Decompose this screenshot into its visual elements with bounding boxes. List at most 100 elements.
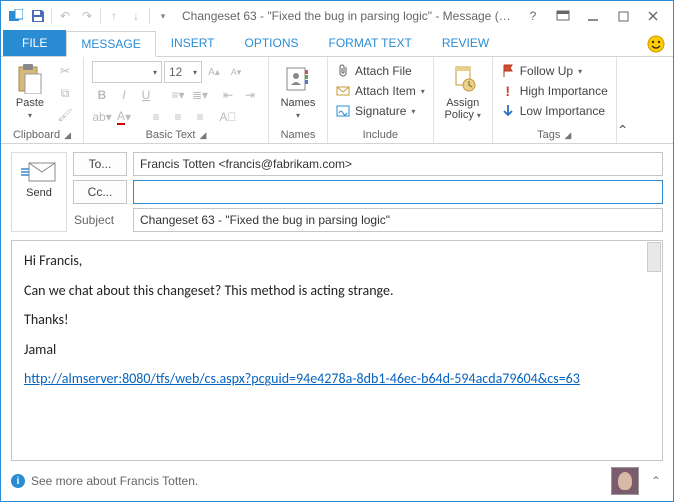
changeset-link[interactable]: http://almserver:8080/tfs/web/cs.aspx?pc… — [24, 370, 580, 387]
qat-customize-icon[interactable]: ▾ — [154, 5, 172, 27]
expand-people-pane-icon[interactable]: ⌃ — [649, 474, 663, 488]
names-label: Names — [281, 97, 316, 109]
attach-item-button[interactable]: Attach Item ▾ — [336, 81, 425, 101]
names-button[interactable]: Names▾ — [277, 61, 319, 124]
names-group-label: Names — [277, 127, 319, 141]
high-importance-button[interactable]: ! High Importance — [501, 81, 608, 101]
feedback-smiley-icon[interactable] — [647, 35, 665, 53]
paste-button[interactable]: Paste▾ — [9, 61, 51, 124]
follow-up-button[interactable]: Follow Up ▾ — [501, 61, 582, 81]
high-importance-label: High Importance — [520, 84, 608, 98]
include-group-label: Include — [336, 127, 425, 141]
follow-up-label: Follow Up — [520, 64, 573, 78]
subject-field[interactable] — [133, 208, 663, 232]
people-pane-text[interactable]: See more about Francis Totten. — [31, 474, 198, 488]
cc-field[interactable] — [133, 180, 663, 204]
collapse-ribbon-icon[interactable]: ⌃ — [617, 122, 635, 143]
tags-group-label: Tags — [537, 129, 560, 141]
cc-button[interactable]: Cc... — [73, 180, 127, 204]
chevron-down-icon: ▾ — [411, 107, 415, 116]
indent-icon[interactable]: ⇥ — [240, 85, 260, 105]
font-size-select[interactable]: ▾ — [164, 61, 202, 83]
copy-icon[interactable]: ⧉ — [55, 83, 75, 103]
outlook-icon[interactable] — [7, 5, 25, 27]
flag-icon — [501, 64, 515, 78]
numbering-icon[interactable]: ≣▾ — [190, 85, 210, 105]
attach-file-button[interactable]: Attach File — [336, 61, 412, 81]
tab-options[interactable]: OPTIONS — [230, 30, 314, 56]
clear-format-icon[interactable]: A⃠ — [218, 107, 238, 127]
tab-file[interactable]: FILE — [3, 30, 66, 56]
signature-icon — [336, 104, 350, 118]
tab-insert[interactable]: INSERT — [156, 30, 230, 56]
attach-file-label: Attach File — [355, 64, 412, 78]
align-left-icon[interactable]: ≡ — [146, 107, 166, 127]
bold-icon[interactable]: B — [92, 85, 112, 105]
info-icon: i — [11, 474, 25, 488]
paperclip-icon — [336, 64, 350, 78]
clipboard-icon — [14, 63, 46, 95]
subject-label: Subject — [73, 208, 127, 232]
highlight-icon[interactable]: ab▾ — [92, 107, 112, 127]
align-center-icon[interactable]: ≡ — [168, 107, 188, 127]
policy-icon — [447, 63, 479, 95]
group-clipboard: Paste▾ ✂ ⧉ 🖌 Clipboard ◢ — [1, 57, 84, 143]
chevron-down-icon: ▾ — [421, 87, 425, 96]
help-icon[interactable]: ? — [523, 6, 543, 26]
prev-icon[interactable]: ↑ — [105, 5, 123, 27]
outdent-icon[interactable]: ⇤ — [218, 85, 238, 105]
shrink-font-icon[interactable]: A▾ — [226, 62, 246, 82]
send-label: Send — [26, 187, 52, 199]
chevron-down-icon: ▾ — [578, 67, 582, 76]
ribbon-tabs: FILE MESSAGE INSERT OPTIONS FORMAT TEXT … — [1, 31, 673, 57]
tab-message[interactable]: MESSAGE — [66, 31, 155, 57]
tab-review[interactable]: REVIEW — [427, 30, 504, 56]
underline-icon[interactable]: U — [136, 85, 156, 105]
signature-button[interactable]: Signature ▾ — [336, 101, 415, 121]
undo-icon[interactable]: ↶ — [56, 5, 74, 27]
send-button[interactable]: Send — [11, 152, 67, 232]
basictext-launcher-icon[interactable]: ◢ — [200, 130, 207, 141]
low-importance-button[interactable]: Low Importance — [501, 101, 605, 121]
italic-icon[interactable]: I — [114, 85, 134, 105]
font-color-icon[interactable]: A▾ — [114, 107, 134, 127]
assign-label2: Policy — [445, 109, 474, 121]
redo-icon[interactable]: ↷ — [78, 5, 96, 27]
tags-launcher-icon[interactable]: ◢ — [564, 130, 571, 141]
clipboard-launcher-icon[interactable]: ◢ — [64, 130, 71, 141]
body-line: Can we chat about this changeset? This m… — [24, 281, 650, 301]
save-icon[interactable] — [29, 5, 47, 27]
bullets-icon[interactable]: ≡▾ — [168, 85, 188, 105]
format-painter-icon[interactable]: 🖌 — [55, 105, 75, 125]
to-button[interactable]: To... — [73, 152, 127, 176]
align-right-icon[interactable]: ≡ — [190, 107, 210, 127]
high-importance-icon: ! — [501, 84, 515, 98]
attach-item-icon — [336, 84, 350, 98]
message-body[interactable]: Hi Francis, Can we chat about this chang… — [11, 240, 663, 461]
group-assign-policy: AssignPolicy ▾ — [434, 57, 493, 143]
title-bar: ↶ ↷ ↑ ↓ ▾ Changeset 63 - "Fixed the bug … — [1, 1, 673, 31]
group-basic-text: ▾ ▾ A▴ A▾ B I U ≡▾ ≣▾ ⇤ ⇥ ab▾ A▾ ≡ — [84, 57, 269, 143]
address-book-icon — [282, 63, 314, 95]
maximize-icon[interactable] — [613, 6, 633, 26]
clipboard-group-label: Clipboard — [13, 129, 60, 141]
scrollbar-thumb[interactable] — [647, 242, 661, 272]
ribbon: Paste▾ ✂ ⧉ 🖌 Clipboard ◢ ▾ ▾ A▴ A▾ B I U — [1, 57, 673, 144]
body-line: Jamal — [24, 340, 650, 360]
basictext-group-label: Basic Text — [146, 129, 196, 141]
to-field[interactable] — [133, 152, 663, 176]
contact-avatar[interactable] — [611, 467, 639, 495]
cut-icon[interactable]: ✂ — [55, 61, 75, 81]
ribbon-display-icon[interactable] — [553, 6, 573, 26]
group-include: Attach File Attach Item ▾ Signature ▾ In… — [328, 57, 434, 143]
font-family-select[interactable]: ▾ — [92, 61, 162, 83]
assign-policy-button[interactable]: AssignPolicy ▾ — [442, 61, 484, 124]
envelope-send-icon — [19, 159, 59, 185]
low-importance-label: Low Importance — [520, 104, 605, 118]
tab-format-text[interactable]: FORMAT TEXT — [314, 30, 427, 56]
minimize-icon[interactable] — [583, 6, 603, 26]
paste-label: Paste — [16, 97, 44, 109]
grow-font-icon[interactable]: A▴ — [204, 62, 224, 82]
next-icon[interactable]: ↓ — [127, 5, 145, 27]
close-icon[interactable] — [643, 6, 663, 26]
